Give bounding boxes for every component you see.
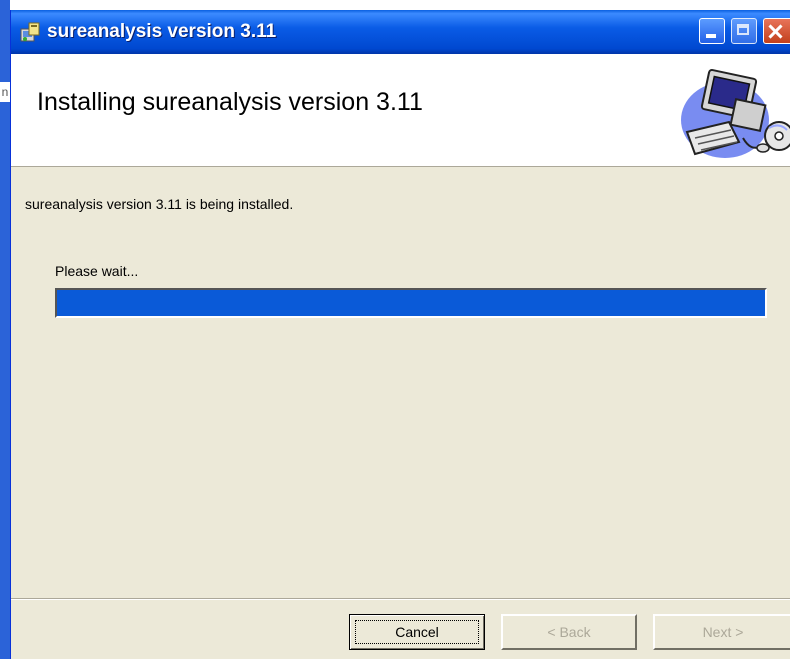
please-wait-label: Please wait...	[55, 263, 139, 279]
desktop-edge-text: n	[0, 82, 10, 102]
header-banner: Installing sureanalysis version 3.11	[11, 54, 790, 167]
cancel-button[interactable]: Cancel	[349, 614, 485, 650]
back-button[interactable]: < Back	[501, 614, 637, 650]
maximize-icon[interactable]	[731, 18, 757, 44]
cancel-button-label: Cancel	[355, 620, 479, 644]
footer-divider	[11, 598, 790, 600]
progress-fill	[57, 290, 765, 316]
installer-window: sureanalysis version 3.11 Installing sur…	[10, 10, 790, 659]
close-icon[interactable]	[763, 18, 790, 44]
page-title: Installing sureanalysis version 3.11	[37, 88, 423, 116]
computer-install-icon	[681, 69, 790, 158]
title-bar[interactable]: sureanalysis version 3.11	[11, 10, 790, 54]
installer-icon	[20, 22, 40, 42]
window-title: sureanalysis version 3.11	[47, 21, 277, 42]
next-button[interactable]: Next >	[653, 614, 790, 650]
desktop-edge: n	[0, 0, 10, 659]
minimize-icon[interactable]	[699, 18, 725, 44]
install-status-text: sureanalysis version 3.11 is being insta…	[25, 196, 294, 212]
install-progress-bar	[55, 288, 767, 318]
